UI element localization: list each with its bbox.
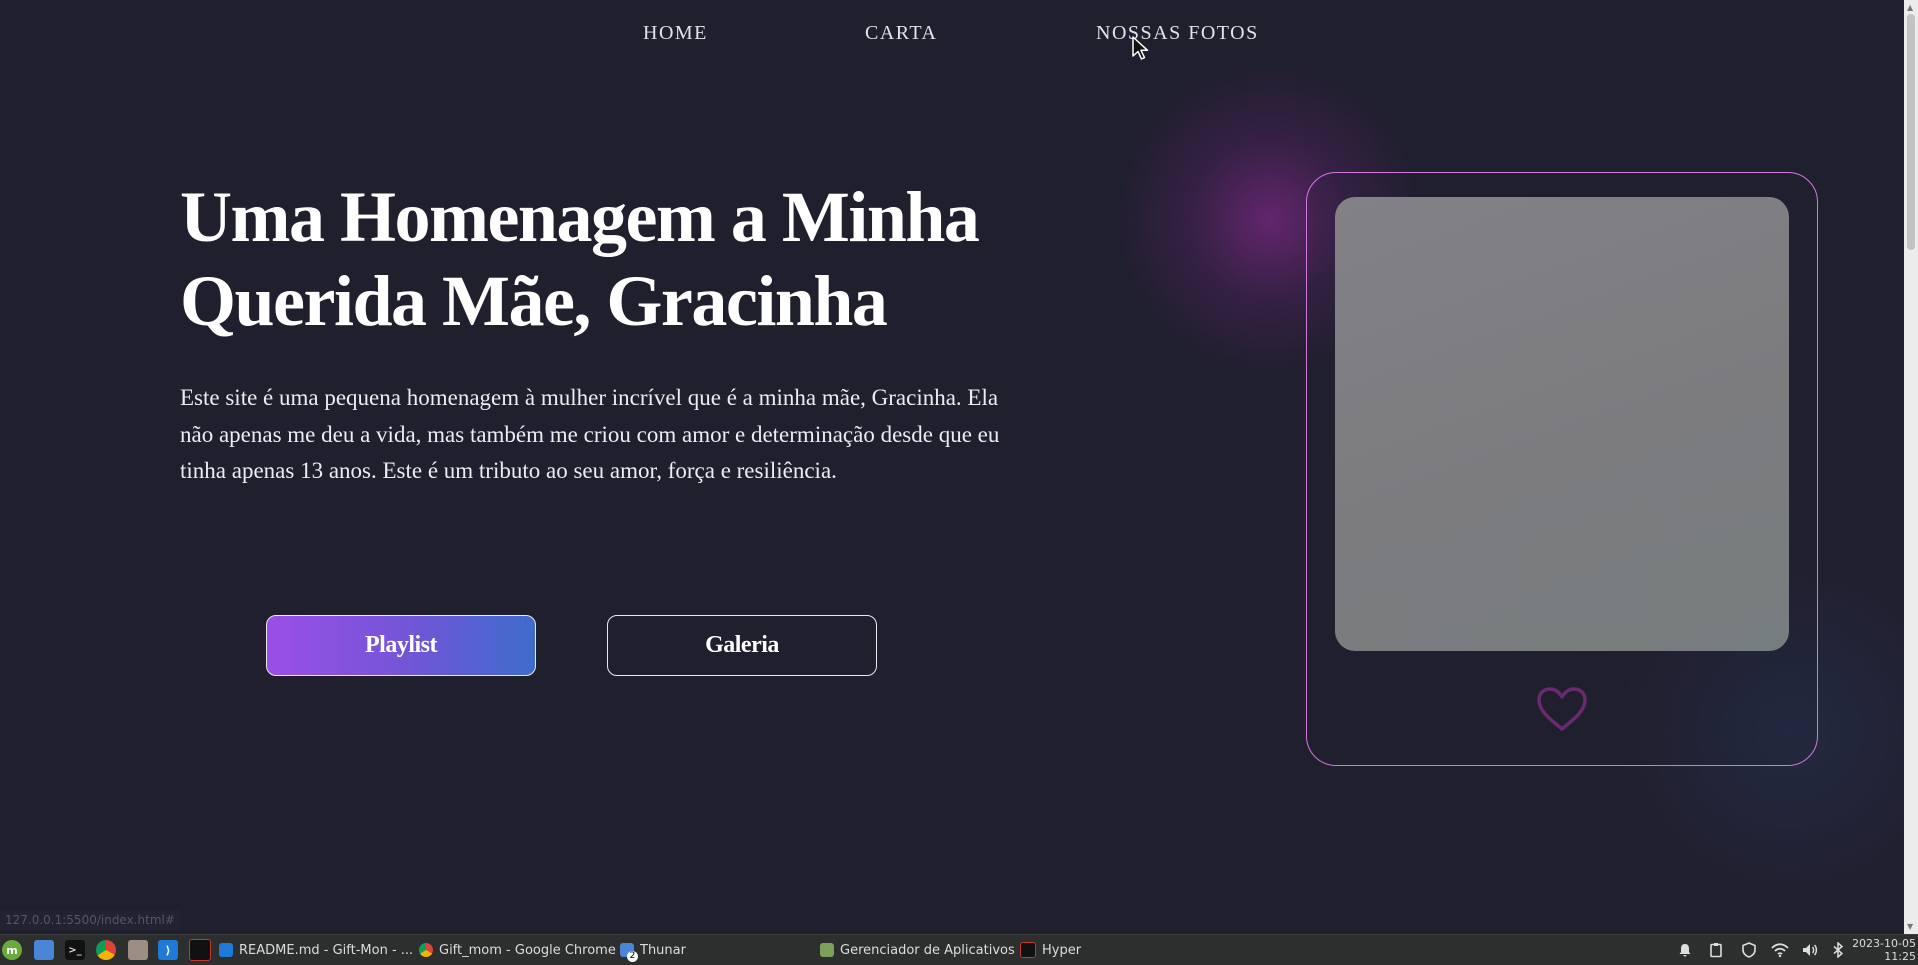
hyper-terminal-icon <box>1020 942 1036 958</box>
taskbar-window-hyper[interactable]: Hyper <box>1020 939 1081 961</box>
image-viewer-icon[interactable] <box>128 939 148 961</box>
taskbar-window-label: Gift_mom - Google Chrome <box>439 942 616 958</box>
hero-title: Uma Homenagem a Minha Querida Mãe, Graci… <box>180 177 980 341</box>
vscode-icon[interactable]: ⟩ <box>158 939 178 961</box>
clock-time: 11:25 <box>1884 950 1916 963</box>
scroll-up-arrow-icon[interactable]: ▲ <box>1907 3 1913 12</box>
taskbar-window-vscode[interactable]: README.md - Gift-Mon - ... <box>219 939 413 961</box>
taskbar-window-label: README.md - Gift-Mon - ... <box>239 942 414 958</box>
heart-outline-icon[interactable] <box>1536 686 1588 732</box>
taskbar-window-app-manager[interactable]: Gerenciador de Aplicativos <box>820 939 1015 961</box>
mint-menu-icon[interactable]: m <box>2 939 22 961</box>
vertical-scrollbar[interactable]: ▲ ▼ <box>1904 0 1918 934</box>
mouse-cursor-icon <box>1132 36 1149 60</box>
taskbar-window-label: Thunar <box>640 942 686 958</box>
bluetooth-icon[interactable] <box>1829 941 1847 959</box>
window-count-badge: 2 <box>627 951 638 962</box>
folder-icon: 2 <box>620 943 638 962</box>
shield-icon[interactable] <box>1740 941 1758 959</box>
hero-description: Este site é uma pequena homenagem à mulh… <box>180 385 1000 483</box>
taskbar-window-label: Gerenciador de Aplicativos <box>840 942 1015 958</box>
galeria-button[interactable]: Galeria <box>607 615 877 676</box>
taskbar-window-chrome[interactable]: Gift_mom - Google Chrome <box>419 939 616 961</box>
clock-date: 2023-10-05 <box>1852 937 1916 950</box>
taskbar: m >_ ⟩ README.md - Gift-Mon - ... Gift_m… <box>0 934 1918 965</box>
clipboard-icon[interactable] <box>1707 941 1725 959</box>
nav-home[interactable]: HOME <box>643 22 708 45</box>
hyper-terminal-icon[interactable] <box>189 939 211 961</box>
taskbar-clock[interactable]: 2023-10-05 11:25 <box>1852 937 1916 963</box>
scrollbar-thumb[interactable] <box>1907 14 1915 250</box>
photo-placeholder <box>1335 197 1789 651</box>
nav-carta[interactable]: CARTA <box>865 22 937 45</box>
file-manager-icon[interactable] <box>34 939 54 961</box>
top-navigation: HOME CARTA NOSSAS FOTOS <box>0 22 1918 52</box>
wifi-icon[interactable] <box>1771 941 1789 959</box>
chrome-icon <box>419 943 433 957</box>
terminal-icon[interactable]: >_ <box>65 939 85 961</box>
taskbar-window-thunar[interactable]: 2 Thunar <box>620 939 686 962</box>
playlist-button[interactable]: Playlist <box>266 615 536 676</box>
vscode-icon <box>219 943 233 957</box>
app-manager-icon <box>820 943 834 957</box>
volume-icon[interactable] <box>1801 941 1819 959</box>
chrome-icon[interactable] <box>96 939 116 961</box>
taskbar-window-label: Hyper <box>1042 942 1082 958</box>
nav-nossas-fotos[interactable]: NOSSAS FOTOS <box>1096 22 1259 45</box>
bell-icon[interactable] <box>1676 941 1694 959</box>
status-url: 127.0.0.1:5500/index.html# <box>0 910 180 930</box>
scroll-down-arrow-icon[interactable]: ▼ <box>1907 922 1913 931</box>
